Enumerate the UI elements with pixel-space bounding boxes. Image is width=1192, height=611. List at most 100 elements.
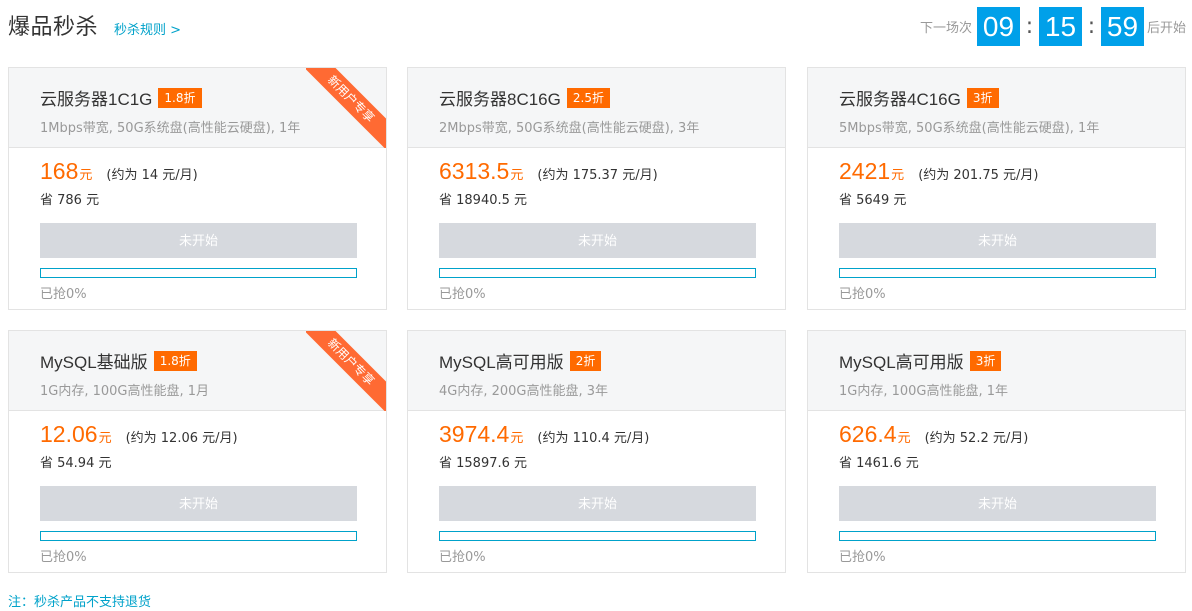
product-price: 168 — [40, 158, 79, 184]
product-card: 云服务器1C1G 1.8折 1Mbps带宽, 50G系统盘(高性能云硬盘), 1… — [8, 67, 387, 310]
sold-percentage: 已抢0% — [439, 287, 486, 302]
product-name: 云服务器1C1G — [40, 90, 153, 109]
product-price: 2421 — [839, 158, 891, 184]
not-started-button[interactable]: 未开始 — [839, 223, 1156, 258]
countdown-separator: : — [1087, 13, 1096, 39]
page-title: 爆品秒杀 — [8, 15, 99, 40]
product-card-header: 云服务器4C16G 3折 5Mbps带宽, 50G系统盘(高性能云硬盘), 1年 — [808, 68, 1185, 148]
product-card-body: 6313.5 元 (约为 175.37 元/月) 省 18940.5 元 未开始… — [408, 148, 785, 302]
product-title-row: MySQL高可用版 2折 — [439, 348, 785, 373]
page-header: 爆品秒杀 秒杀规则 > 下一场次 09 : 15 : 59 后开始 — [0, 0, 1192, 52]
discount-badge: 2折 — [569, 350, 602, 371]
monthly-price: (约为 52.2 元/月) — [924, 431, 1029, 446]
monthly-price: (约为 110.4 元/月) — [537, 431, 650, 446]
product-card-body: 626.4 元 (约为 52.2 元/月) 省 1461.6 元 未开始 已抢0… — [808, 411, 1185, 565]
product-price: 6313.5 — [439, 158, 510, 184]
discount-badge: 1.8折 — [153, 350, 197, 371]
sold-percentage: 已抢0% — [40, 550, 87, 565]
product-card: MySQL基础版 1.8折 1G内存, 100G高性能盘, 1月 新用户专享 1… — [8, 330, 387, 573]
sold-progress-bar — [439, 268, 756, 278]
price-unit: 元 — [897, 431, 911, 446]
product-title-row: 云服务器8C16G 2.5折 — [439, 85, 785, 110]
not-started-button[interactable]: 未开始 — [439, 223, 756, 258]
not-started-button[interactable]: 未开始 — [40, 486, 357, 521]
product-price: 12.06 — [40, 421, 98, 447]
product-name: 云服务器8C16G — [439, 90, 561, 109]
savings-text: 省 786 元 — [40, 193, 100, 208]
savings-text: 省 5649 元 — [839, 193, 907, 208]
monthly-price: (约为 14 元/月) — [106, 168, 198, 183]
savings-text: 省 15897.6 元 — [439, 456, 528, 471]
countdown-prefix: 下一场次 — [919, 20, 972, 36]
product-card-header: MySQL高可用版 3折 1G内存, 100G高性能盘, 1年 — [808, 331, 1185, 411]
product-name: MySQL高可用版 — [839, 353, 964, 372]
price-row: 2421 元 (约为 201.75 元/月) — [839, 158, 1155, 188]
price-row: 626.4 元 (约为 52.2 元/月) — [839, 421, 1155, 451]
product-card-body: 168 元 (约为 14 元/月) 省 786 元 未开始 已抢0% — [9, 148, 386, 302]
product-card: 云服务器4C16G 3折 5Mbps带宽, 50G系统盘(高性能云硬盘), 1年… — [807, 67, 1186, 310]
sold-progress-bar — [839, 268, 1156, 278]
product-name: MySQL基础版 — [40, 353, 148, 372]
price-row: 168 元 (约为 14 元/月) — [40, 158, 356, 188]
monthly-price: (约为 12.06 元/月) — [125, 431, 238, 446]
no-return-note: 注：秒杀产品不支持退货 — [8, 595, 152, 610]
discount-badge: 3折 — [966, 87, 999, 108]
countdown-minutes: 15 — [1038, 6, 1082, 46]
countdown-hours: 09 — [976, 6, 1020, 46]
product-spec: 1G内存, 100G高性能盘, 1年 — [839, 384, 1009, 399]
price-unit: 元 — [891, 168, 905, 183]
not-started-button[interactable]: 未开始 — [40, 223, 357, 258]
product-title-row: MySQL高可用版 3折 — [839, 348, 1185, 373]
discount-badge: 2.5折 — [566, 87, 610, 108]
price-unit: 元 — [98, 431, 112, 446]
product-card-body: 2421 元 (约为 201.75 元/月) 省 5649 元 未开始 已抢0% — [808, 148, 1185, 302]
price-row: 6313.5 元 (约为 175.37 元/月) — [439, 158, 755, 188]
monthly-price: (约为 201.75 元/月) — [918, 168, 1039, 183]
monthly-price: (约为 175.37 元/月) — [537, 168, 658, 183]
flash-sale-rules-link[interactable]: 秒杀规则 > — [114, 19, 181, 38]
not-started-button[interactable]: 未开始 — [439, 486, 756, 521]
product-card-body: 12.06 元 (约为 12.06 元/月) 省 54.94 元 未开始 已抢0… — [9, 411, 386, 565]
product-card-body: 3974.4 元 (约为 110.4 元/月) 省 15897.6 元 未开始 … — [408, 411, 785, 565]
discount-badge: 1.8折 — [158, 87, 202, 108]
product-card: 云服务器8C16G 2.5折 2Mbps带宽, 50G系统盘(高性能云硬盘), … — [407, 67, 786, 310]
new-user-ribbon: 新用户专享 — [306, 331, 386, 411]
product-spec: 5Mbps带宽, 50G系统盘(高性能云硬盘), 1年 — [839, 121, 1100, 136]
sold-percentage: 已抢0% — [40, 287, 87, 302]
sold-progress-bar — [839, 531, 1156, 541]
product-card-header: MySQL基础版 1.8折 1G内存, 100G高性能盘, 1月 新用户专享 — [9, 331, 386, 411]
price-unit: 元 — [510, 431, 524, 446]
product-name: 云服务器4C16G — [839, 90, 961, 109]
not-started-button[interactable]: 未开始 — [839, 486, 1156, 521]
sold-progress-bar — [439, 531, 756, 541]
price-unit: 元 — [79, 168, 93, 183]
price-row: 3974.4 元 (约为 110.4 元/月) — [439, 421, 755, 451]
sold-progress-bar — [40, 531, 357, 541]
sold-percentage: 已抢0% — [839, 287, 886, 302]
price-unit: 元 — [510, 168, 524, 183]
product-name: MySQL高可用版 — [439, 353, 564, 372]
product-card-header: MySQL高可用版 2折 4G内存, 200G高性能盘, 3年 — [408, 331, 785, 411]
product-spec: 4G内存, 200G高性能盘, 3年 — [439, 384, 609, 399]
countdown-separator: : — [1025, 13, 1034, 39]
new-user-ribbon: 新用户专享 — [306, 68, 386, 148]
product-card-header: 云服务器1C1G 1.8折 1Mbps带宽, 50G系统盘(高性能云硬盘), 1… — [9, 68, 386, 148]
sold-progress-bar — [40, 268, 357, 278]
product-card: MySQL高可用版 2折 4G内存, 200G高性能盘, 3年 3974.4 元… — [407, 330, 786, 573]
new-user-ribbon-label: 新用户专享 — [306, 331, 386, 411]
discount-badge: 3折 — [969, 350, 1002, 371]
product-price: 626.4 — [839, 421, 897, 447]
new-user-ribbon-label: 新用户专享 — [306, 68, 386, 148]
sold-percentage: 已抢0% — [839, 550, 886, 565]
price-row: 12.06 元 (约为 12.06 元/月) — [40, 421, 356, 451]
product-title-row: 云服务器4C16G 3折 — [839, 85, 1185, 110]
product-price: 3974.4 — [439, 421, 510, 447]
countdown-suffix: 后开始 — [1146, 20, 1186, 36]
savings-text: 省 1461.6 元 — [839, 456, 919, 471]
product-spec: 2Mbps带宽, 50G系统盘(高性能云硬盘), 3年 — [439, 121, 700, 136]
product-card: MySQL高可用版 3折 1G内存, 100G高性能盘, 1年 626.4 元 … — [807, 330, 1186, 573]
sold-percentage: 已抢0% — [439, 550, 486, 565]
countdown-timer: 下一场次 09 : 15 : 59 后开始 — [920, 6, 1186, 46]
countdown-seconds: 59 — [1100, 6, 1144, 46]
product-card-header: 云服务器8C16G 2.5折 2Mbps带宽, 50G系统盘(高性能云硬盘), … — [408, 68, 785, 148]
